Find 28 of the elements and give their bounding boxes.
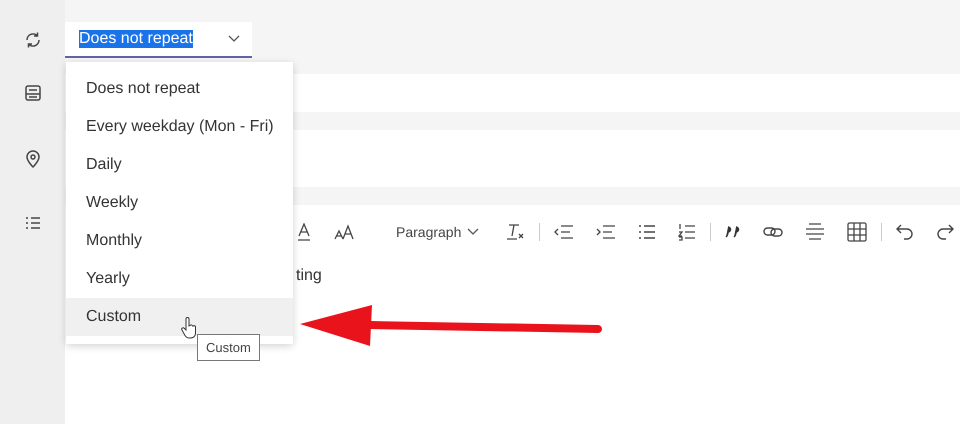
menu-item[interactable]: Does not repeat: [66, 70, 293, 108]
align-center-icon[interactable]: [805, 223, 826, 241]
menu-item[interactable]: Yearly: [66, 260, 293, 298]
font-color-icon[interactable]: [296, 223, 312, 241]
numbered-list-icon[interactable]: [678, 223, 696, 241]
undo-icon[interactable]: [896, 224, 914, 240]
bulleted-list-icon[interactable]: [638, 224, 656, 240]
caret-icon: [467, 228, 480, 236]
indent-icon[interactable]: [596, 224, 616, 240]
tooltip: Custom: [197, 334, 260, 361]
menu-item[interactable]: Custom: [66, 298, 293, 336]
quote-icon[interactable]: [725, 226, 742, 238]
outdent-icon[interactable]: [554, 224, 574, 240]
menu-item[interactable]: Every weekday (Mon - Fri): [66, 108, 293, 146]
editor-text: ting: [296, 267, 323, 285]
font-size-icon[interactable]: [334, 224, 356, 240]
chevron-down-icon: [228, 35, 240, 43]
dropdown-value: Does not repeat: [79, 30, 193, 48]
hand-cursor-icon: [181, 317, 197, 339]
document-icon: [22, 83, 42, 103]
redo-icon[interactable]: [936, 224, 954, 240]
paragraph-dropdown[interactable]: Paragraph: [396, 224, 480, 240]
clear-formatting-icon[interactable]: [505, 223, 526, 241]
repeat-dropdown[interactable]: Does not repeat: [65, 22, 252, 58]
menu-item[interactable]: Weekly: [66, 184, 293, 222]
menu-item[interactable]: Daily: [66, 146, 293, 184]
menu-item[interactable]: Monthly: [66, 222, 293, 260]
table-icon[interactable]: [847, 222, 868, 242]
